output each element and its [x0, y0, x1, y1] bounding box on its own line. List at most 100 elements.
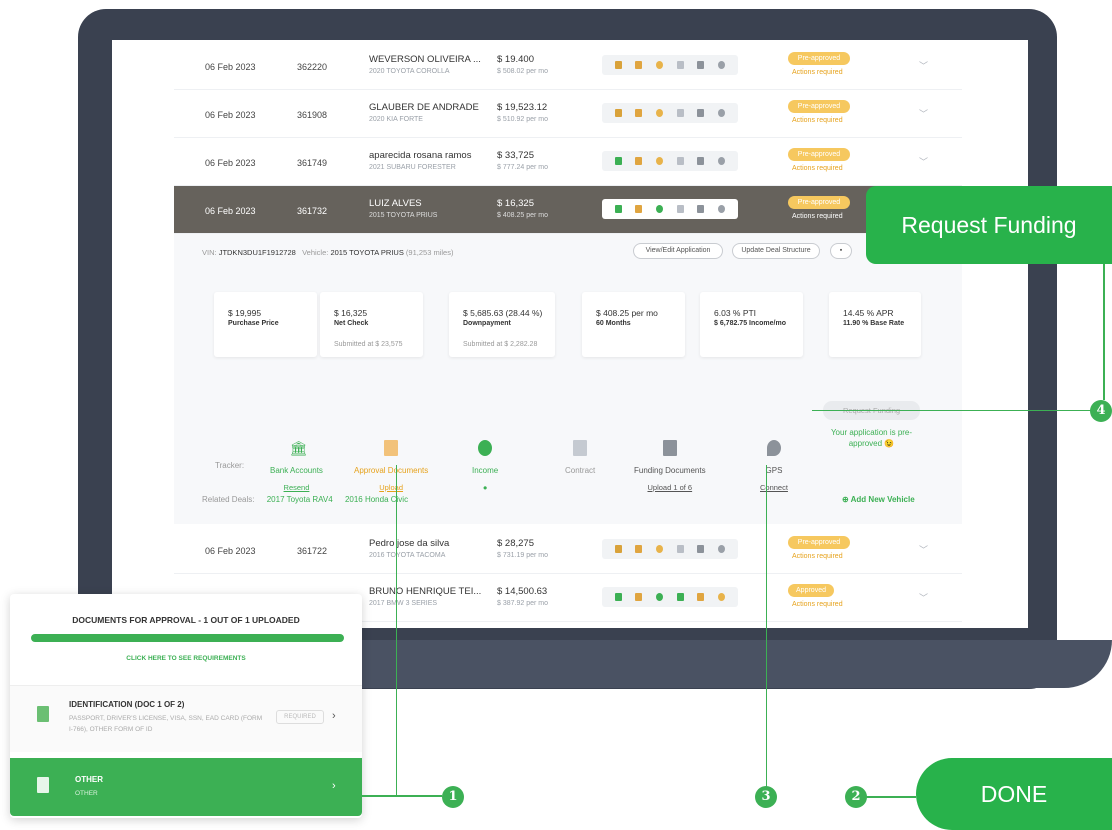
upload-progress-bar [31, 634, 344, 642]
panel-title: DOCUMENTS FOR APPROVAL - 1 OUT OF 1 UPLO… [72, 615, 300, 625]
vehicle-label: Vehicle: [302, 248, 329, 257]
row-monthly: $ 731.19 per mo [497, 552, 548, 559]
connector-line [396, 465, 397, 795]
actions-required: Actions required [792, 601, 843, 608]
row-customer: LUIZ ALVES [369, 198, 422, 209]
funding-doc-icon [697, 205, 705, 213]
funding-doc-icon [697, 545, 705, 553]
tracker-step-label: Contract [565, 466, 596, 475]
marker-2: 2 [845, 786, 867, 808]
piggy-bank-icon [656, 157, 664, 165]
resend-link[interactable]: Resend [270, 483, 323, 492]
chevron-down-icon[interactable]: ﹀ [919, 155, 928, 168]
stat-label: Net Check [334, 320, 369, 327]
gps-pin-icon [718, 205, 726, 213]
gps-pin-icon [766, 440, 781, 456]
connector-line [766, 465, 767, 787]
upload-link[interactable]: Upload [354, 483, 428, 492]
row-tracker-icons [602, 539, 738, 559]
row-price: $ 33,725 [497, 150, 534, 161]
stat-value: $ 19,995 [228, 308, 262, 318]
add-new-vehicle-button[interactable]: ⊕ Add New Vehicle [842, 495, 915, 504]
document-icon [635, 205, 643, 213]
row-customer: WEVERSON OLIVEIRA ... [369, 54, 481, 65]
status-badge: Pre-approved [788, 52, 850, 65]
connect-link[interactable]: Connect [760, 483, 788, 492]
funding-doc-icon [697, 61, 705, 69]
funding-doc-icon [697, 593, 705, 601]
row-vehicle: 2015 TOYOTA PRIUS [369, 212, 438, 219]
see-requirements-link[interactable]: CLICK HERE TO SEE REQUIREMENTS [10, 655, 362, 662]
document-description: PASSPORT, DRIVER'S LICENSE, VISA, SSN, E… [69, 715, 263, 733]
related-label: Related Deals: [202, 495, 255, 504]
upload-funding-link[interactable]: Upload 1 of 6 [634, 483, 706, 492]
tracker-approval-documents: Approval Documents Upload [354, 440, 428, 492]
stat-label: Downpayment [463, 320, 511, 327]
stat-card-downpayment: $ 5,685.63 (28.44 %) Downpayment Submitt… [449, 292, 555, 357]
connector-line [1103, 264, 1105, 400]
stat-label: 60 Months [596, 320, 631, 327]
row-price: $ 28,275 [497, 538, 534, 549]
row-vehicle: 2021 SUBARU FORESTER [369, 164, 456, 171]
tracker-bank-accounts: 🏛 Bank Accounts Resend [270, 440, 323, 492]
bank-icon [614, 109, 622, 117]
document-item-other[interactable]: OTHER OTHER › [10, 758, 362, 816]
piggy-bank-icon [656, 109, 664, 117]
actions-required: Actions required [792, 213, 843, 220]
table-row[interactable]: 06 Feb 2023 361722 Pedro jose da silva 2… [174, 526, 962, 574]
row-tracker-icons [602, 55, 738, 75]
chevron-right-icon[interactable]: › [332, 710, 336, 722]
view-edit-application-button[interactable]: View/Edit Application [633, 243, 723, 259]
funding-doc-icon [697, 109, 705, 117]
update-deal-structure-button[interactable]: Update Deal Structure [732, 243, 820, 259]
piggy-bank-icon [656, 593, 664, 601]
contract-icon [676, 61, 684, 69]
document-icon [635, 109, 643, 117]
related-deal-link[interactable]: 2017 Toyota RAV4 [267, 495, 333, 504]
document-icon [635, 545, 643, 553]
chevron-down-icon[interactable]: ﹀ [919, 59, 928, 72]
row-id: 361732 [297, 206, 328, 216]
document-description: OTHER [75, 790, 98, 797]
document-item-identification[interactable]: IDENTIFICATION (DOC 1 OF 2) PASSPORT, DR… [10, 686, 362, 752]
gps-pin-icon [718, 109, 726, 117]
table-row[interactable]: 06 Feb 2023 361908 GLAUBER DE ANDRADE 20… [174, 90, 962, 138]
print-icon[interactable]: ▪ [830, 243, 852, 259]
tracker-funding-documents: Funding Documents Upload 1 of 6 [634, 440, 706, 492]
related-deal-link[interactable]: 2016 Honda Civic [345, 495, 408, 504]
contract-icon [573, 440, 588, 456]
actions-required: Actions required [792, 553, 843, 560]
row-vehicle: 2020 TOYOTA COROLLA [369, 68, 450, 75]
table-row[interactable]: 06 Feb 2023 361749 aparecida rosana ramo… [174, 138, 962, 186]
chevron-down-icon[interactable]: ﹀ [919, 107, 928, 120]
check-icon: ● [482, 483, 488, 492]
chevron-down-icon[interactable]: ﹀ [919, 591, 928, 604]
stat-card-net-check: $ 16,325 Net Check Submitted at $ 23,575 [320, 292, 423, 357]
vehicle-miles: (91,253 miles) [405, 248, 454, 257]
table-row-expanded[interactable]: 06 Feb 2023 361732 LUIZ ALVES 2015 TOYOT… [174, 186, 962, 234]
marker-4: 4 [1090, 400, 1112, 422]
row-vehicle: 2020 KIA FORTE [369, 116, 423, 123]
row-date: 06 Feb 2023 [205, 62, 256, 72]
row-date: 06 Feb 2023 [205, 206, 256, 216]
tracker-step-label: GPS [765, 466, 783, 475]
document-title: IDENTIFICATION (DOC 1 OF 2) [69, 700, 185, 709]
vin-value: JTDKN3DU1F1912728 [218, 248, 296, 257]
table-row[interactable]: 06 Feb 2023 362220 WEVERSON OLIVEIRA ...… [174, 42, 962, 90]
stat-sub: Submitted at $ 2,282.28 [463, 341, 538, 348]
row-date: 06 Feb 2023 [205, 158, 256, 168]
row-customer: GLAUBER DE ANDRADE [369, 102, 479, 113]
row-id: 361722 [297, 546, 328, 556]
row-price: $ 16,325 [497, 198, 534, 209]
row-date: 06 Feb 2023 [205, 546, 256, 556]
vin-line: VIN: JTDKN3DU1F1912728 Vehicle: 2015 TOY… [202, 248, 453, 257]
tracker-step-label: Income [472, 466, 499, 475]
actions-required: Actions required [792, 69, 843, 76]
stat-card-monthly: $ 408.25 per mo 60 Months [582, 292, 685, 357]
chevron-right-icon[interactable]: › [332, 780, 336, 792]
connector-line [362, 795, 442, 797]
chevron-down-icon[interactable]: ﹀ [919, 543, 928, 556]
row-monthly: $ 408.25 per mo [497, 212, 548, 219]
stat-value: 6.03 % PTI [714, 308, 757, 318]
vehicle-value: 2015 TOYOTA PRIUS [330, 248, 404, 257]
